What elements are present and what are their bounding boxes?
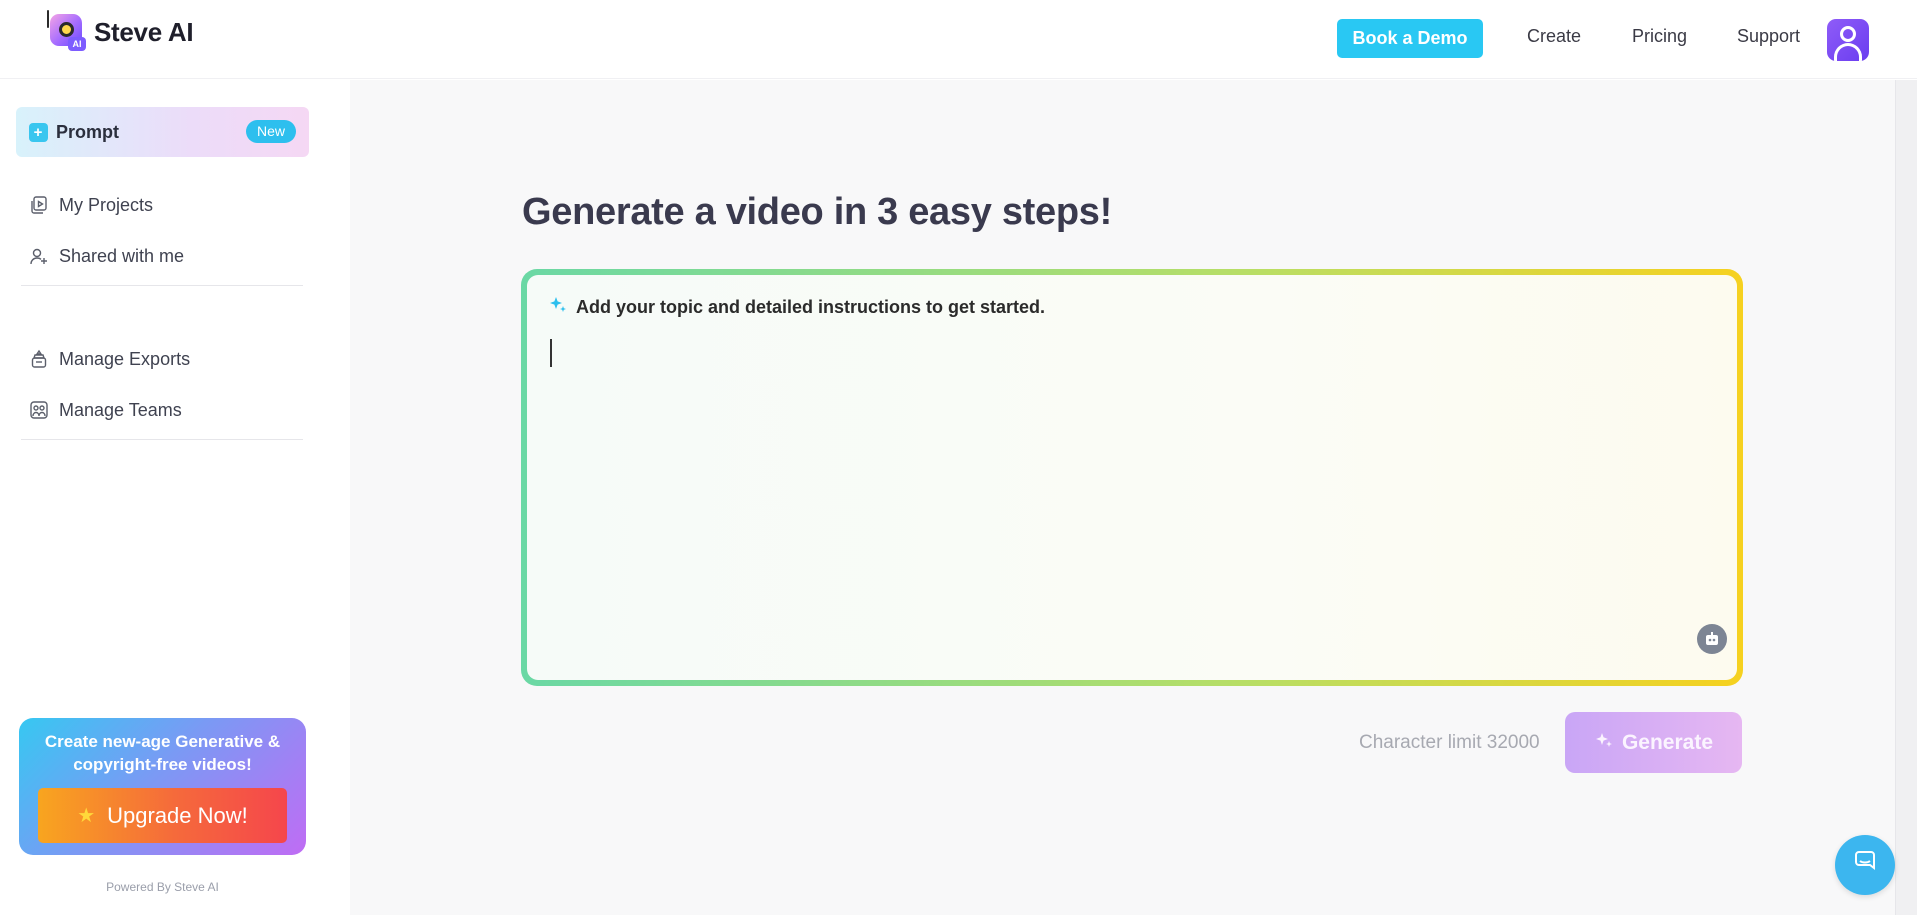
character-limit-text: Character limit 32000 xyxy=(1359,732,1540,753)
scrollbar[interactable] xyxy=(1895,80,1917,915)
book-demo-button[interactable]: Book a Demo xyxy=(1337,19,1483,58)
sidebar-divider xyxy=(21,439,303,440)
top-header: AI Steve AI Book a Demo Create Pricing S… xyxy=(0,0,1917,79)
plus-square-icon: + xyxy=(28,122,48,142)
page-title: Generate a video in 3 easy steps! xyxy=(522,191,1112,233)
star-icon: ★ xyxy=(77,805,96,827)
promo-text: Create new-age Generative & copyright-fr… xyxy=(44,732,281,774)
sidebar-divider xyxy=(21,285,303,286)
prompt-instruction: Add your topic and detailed instructions… xyxy=(548,295,1045,320)
nav-support-link[interactable]: Support xyxy=(1737,26,1800,47)
sparkle-icon xyxy=(1594,730,1614,756)
powered-by-text: Powered By Steve AI xyxy=(106,880,219,894)
nav-create-link[interactable]: Create xyxy=(1527,26,1581,47)
prompt-textarea[interactable]: Add your topic and detailed instructions… xyxy=(527,275,1737,680)
sparkle-icon xyxy=(548,295,568,320)
prompt-instruction-text: Add your topic and detailed instructions… xyxy=(576,297,1046,317)
exports-icon xyxy=(29,349,49,369)
sidebar-item-shared-with-me[interactable]: Shared with me xyxy=(16,231,309,281)
user-avatar[interactable] xyxy=(1827,19,1869,61)
chat-support-button[interactable] xyxy=(1835,835,1895,895)
sidebar: + Prompt New My Projects Shared with me xyxy=(0,80,350,915)
sidebar-item-label: Manage Exports xyxy=(59,348,191,369)
app-logo[interactable]: AI Steve AI xyxy=(44,10,194,54)
nav-pricing-link[interactable]: Pricing xyxy=(1632,26,1687,47)
user-plus-icon xyxy=(29,246,49,266)
sidebar-item-manage-exports[interactable]: Manage Exports xyxy=(16,334,309,384)
generate-button[interactable]: Generate xyxy=(1565,712,1742,773)
robot-icon[interactable] xyxy=(1697,624,1727,654)
sidebar-item-label: Manage Teams xyxy=(59,399,182,420)
text-cursor xyxy=(550,339,552,367)
upgrade-label: Upgrade Now! xyxy=(107,802,248,828)
app-name: Steve AI xyxy=(94,16,194,47)
teams-icon xyxy=(29,400,49,420)
sidebar-item-my-projects[interactable]: My Projects xyxy=(16,180,309,230)
logo-ai-badge: AI xyxy=(68,37,86,51)
upgrade-now-button[interactable]: ★ Upgrade Now! xyxy=(38,788,287,843)
sidebar-item-label: My Projects xyxy=(59,194,154,215)
sidebar-item-prompt[interactable]: + Prompt New xyxy=(16,107,309,157)
upgrade-promo-card: Create new-age Generative & copyright-fr… xyxy=(19,718,306,855)
sidebar-item-label: Prompt xyxy=(56,121,119,142)
user-icon xyxy=(1840,26,1856,42)
chat-icon xyxy=(1851,849,1879,882)
logo-icon: AI xyxy=(44,10,90,54)
projects-icon xyxy=(29,195,49,215)
prompt-box[interactable]: Add your topic and detailed instructions… xyxy=(521,269,1743,686)
new-badge: New xyxy=(245,120,296,143)
sidebar-item-label: Shared with me xyxy=(59,245,185,266)
sidebar-item-manage-teams[interactable]: Manage Teams xyxy=(16,385,309,435)
generate-label: Generate xyxy=(1621,730,1714,754)
